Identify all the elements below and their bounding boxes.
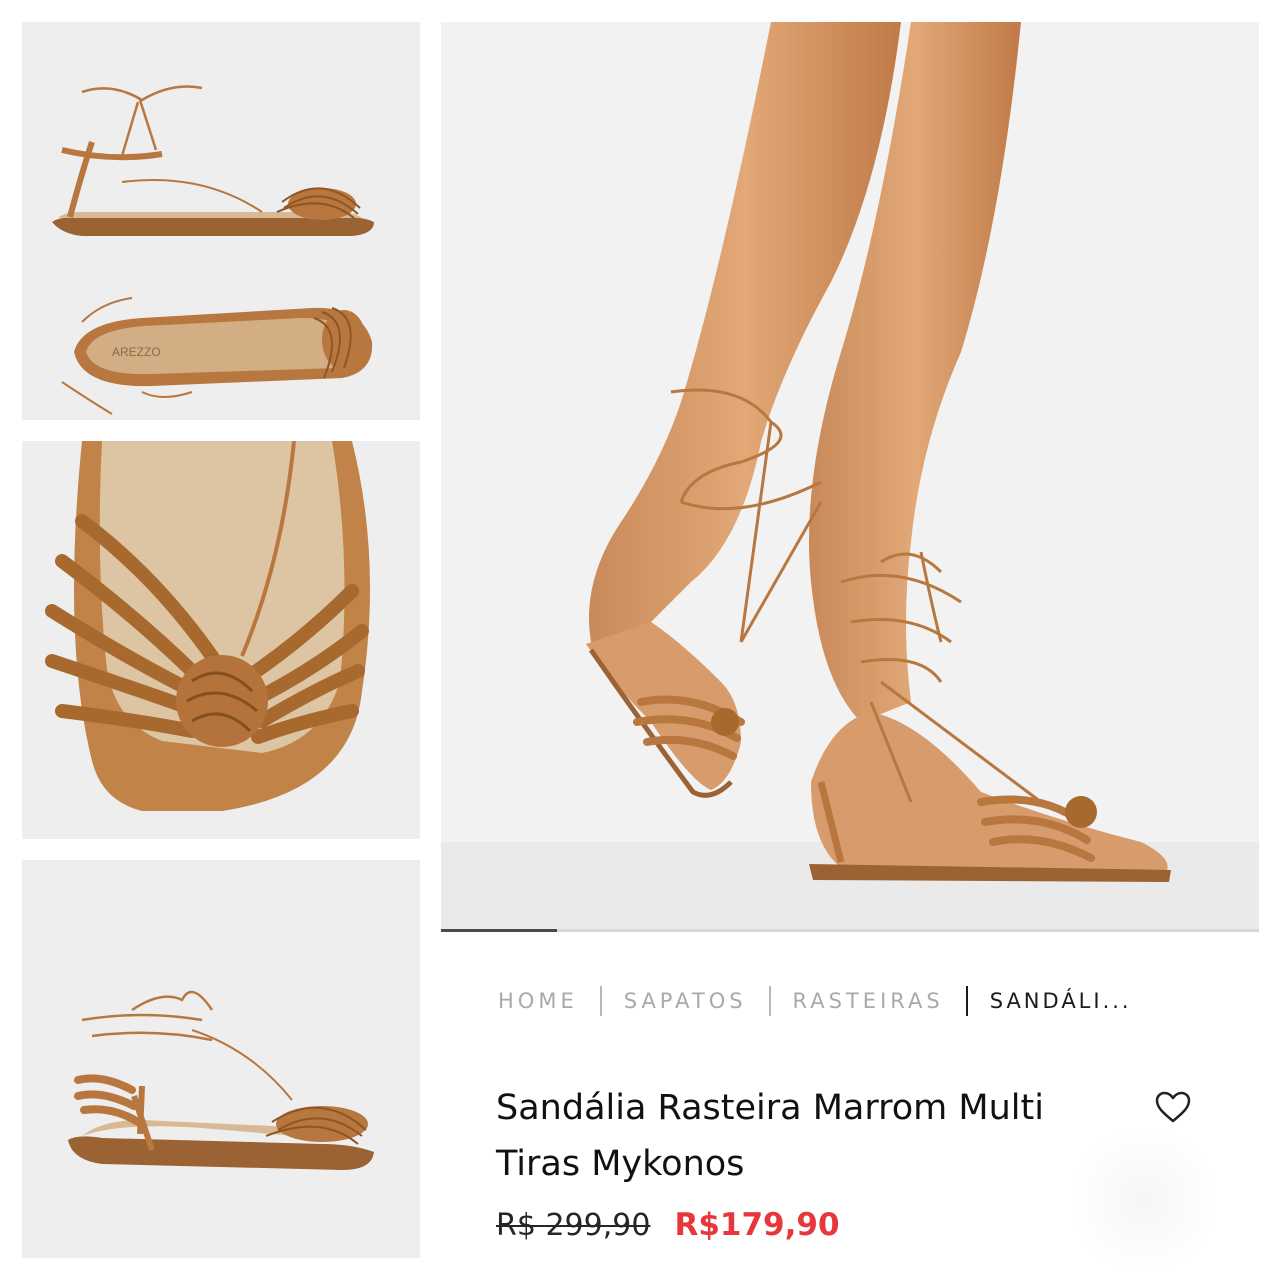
- breadcrumb-sapatos[interactable]: SAPATOS: [624, 989, 747, 1013]
- breadcrumb: HOME SAPATOS RASTEIRAS SANDÁLI...: [498, 985, 1132, 1017]
- insole-brand-text: AREZZO: [112, 345, 161, 359]
- sandal-rear-view-image: [22, 860, 420, 1258]
- price-row: R$ 299,90 R$179,90: [496, 1203, 840, 1247]
- old-price: R$ 299,90: [496, 1207, 651, 1243]
- breadcrumb-home[interactable]: HOME: [498, 989, 578, 1013]
- floating-overlay: [1070, 1130, 1220, 1270]
- favorite-button[interactable]: [1154, 1090, 1192, 1124]
- gallery-scroll-thumb[interactable]: [441, 929, 557, 932]
- main-product-image[interactable]: [441, 22, 1259, 930]
- model-wearing-sandals-image: [441, 22, 1259, 930]
- breadcrumb-separator: [965, 986, 968, 1016]
- breadcrumb-separator: [768, 986, 771, 1016]
- breadcrumb-current: SANDÁLI...: [989, 989, 1132, 1013]
- sandal-knot-closeup-image: [22, 441, 420, 839]
- breadcrumb-rasteiras[interactable]: RASTEIRAS: [793, 989, 944, 1013]
- sandal-side-top-image: AREZZO: [22, 22, 420, 420]
- thumbnail-knot-closeup[interactable]: [22, 441, 420, 839]
- breadcrumb-separator: [599, 986, 602, 1016]
- product-title: Sandália Rasteira Marrom Multi Tiras Myk…: [496, 1088, 1044, 1184]
- gallery-scroll-track[interactable]: [441, 929, 1259, 932]
- thumbnail-rear-view[interactable]: [22, 860, 420, 1258]
- sale-price: R$179,90: [674, 1207, 840, 1243]
- heart-icon: [1155, 1091, 1191, 1123]
- thumbnail-side-top-view[interactable]: AREZZO: [22, 22, 420, 420]
